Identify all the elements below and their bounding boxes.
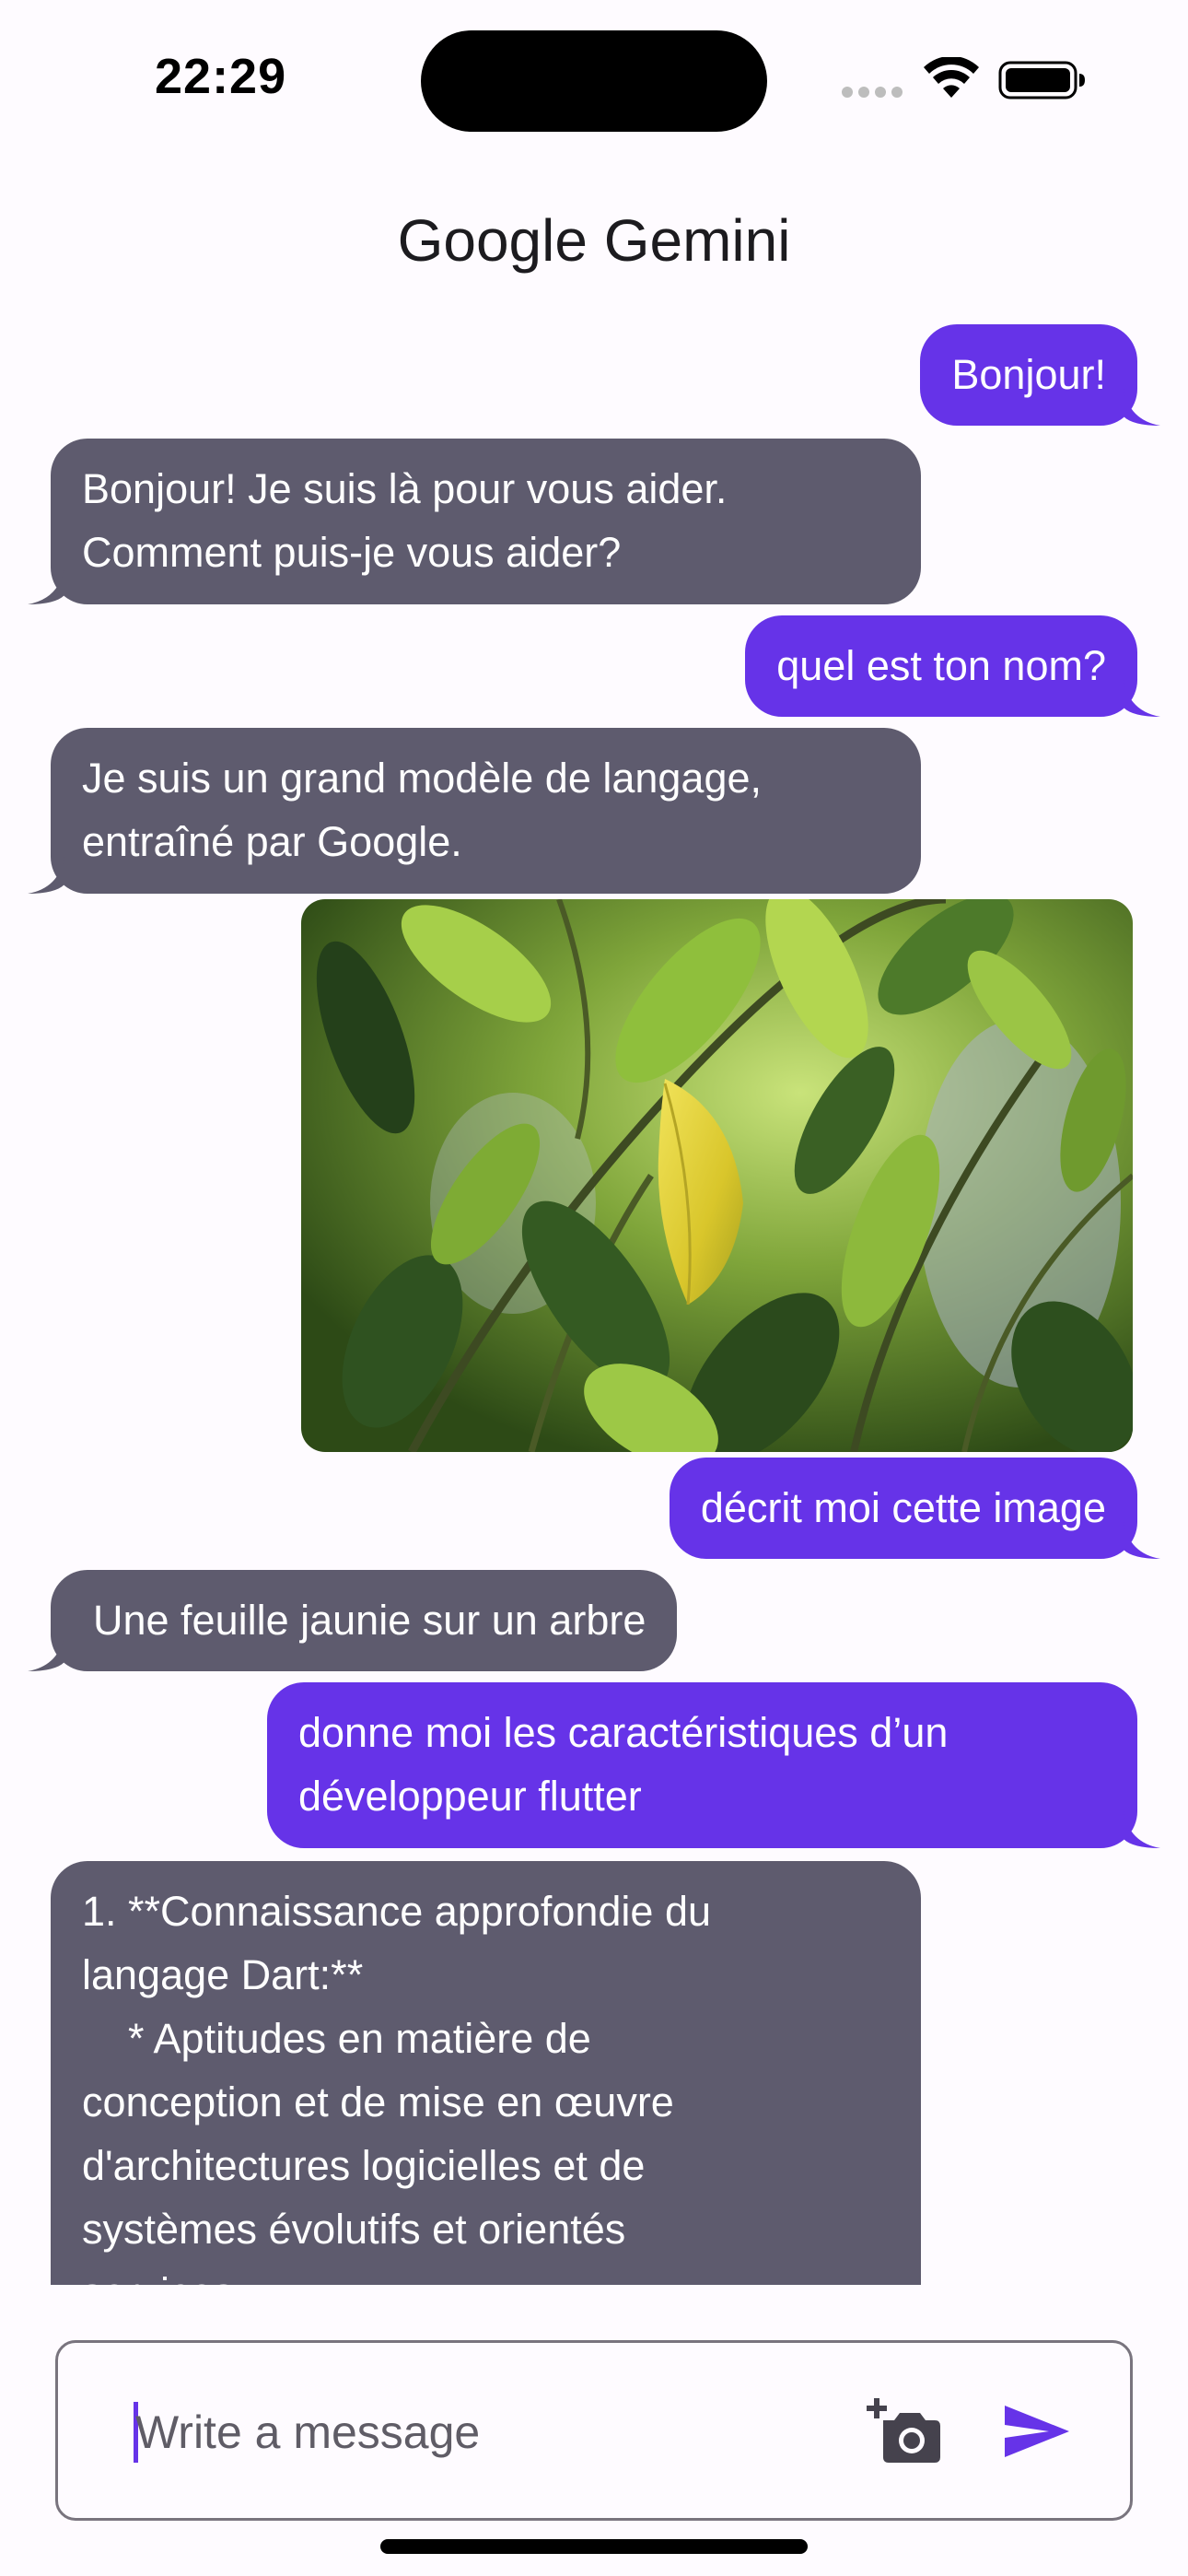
leaf-photo xyxy=(301,899,1133,1452)
user-message-bubble: décrit moi cette image xyxy=(669,1458,1137,1559)
bubble-tail xyxy=(1124,389,1160,426)
send-button[interactable] xyxy=(984,2380,1086,2481)
status-time: 22:29 xyxy=(155,49,287,104)
user-photo-message[interactable] xyxy=(301,899,1133,1452)
bubble-tail xyxy=(1124,1522,1160,1559)
dynamic-island xyxy=(421,30,767,132)
bubble-tail xyxy=(28,857,64,894)
user-message-bubble: quel est ton nom? xyxy=(745,615,1137,717)
chat-message-list[interactable]: Bonjour! Bonjour! Je suis là pour vous a… xyxy=(0,313,1188,2285)
send-icon xyxy=(1005,2406,1069,2457)
bot-message-bubble: Bonjour! Je suis là pour vous aider. Com… xyxy=(51,439,921,604)
message-input[interactable] xyxy=(135,2391,854,2474)
bot-message-bubble: 1. **Connaissance approfondie du langage… xyxy=(51,1861,921,2285)
bubble-tail xyxy=(1124,680,1160,717)
bot-message-bubble: Je suis un grand modèle de langage, entr… xyxy=(51,728,921,894)
bubble-tail xyxy=(1124,1811,1160,1848)
wifi-icon xyxy=(924,57,979,98)
bot-message-bubble: Une feuille jaunie sur un arbre xyxy=(51,1570,678,1671)
page-title: Google Gemini xyxy=(397,207,791,274)
battery-icon xyxy=(998,61,1085,100)
home-indicator xyxy=(380,2539,808,2554)
user-message-bubble: donne moi les caractéristiques d’un déve… xyxy=(267,1682,1137,1848)
bubble-tail xyxy=(28,568,64,604)
add-photo-camera-icon xyxy=(867,2398,940,2463)
add-photo-button[interactable] xyxy=(856,2380,957,2481)
message-composer xyxy=(55,2340,1133,2521)
bubble-tail xyxy=(28,1634,64,1671)
cellular-signal-icon xyxy=(842,87,904,100)
user-message-bubble: Bonjour! xyxy=(920,324,1137,426)
